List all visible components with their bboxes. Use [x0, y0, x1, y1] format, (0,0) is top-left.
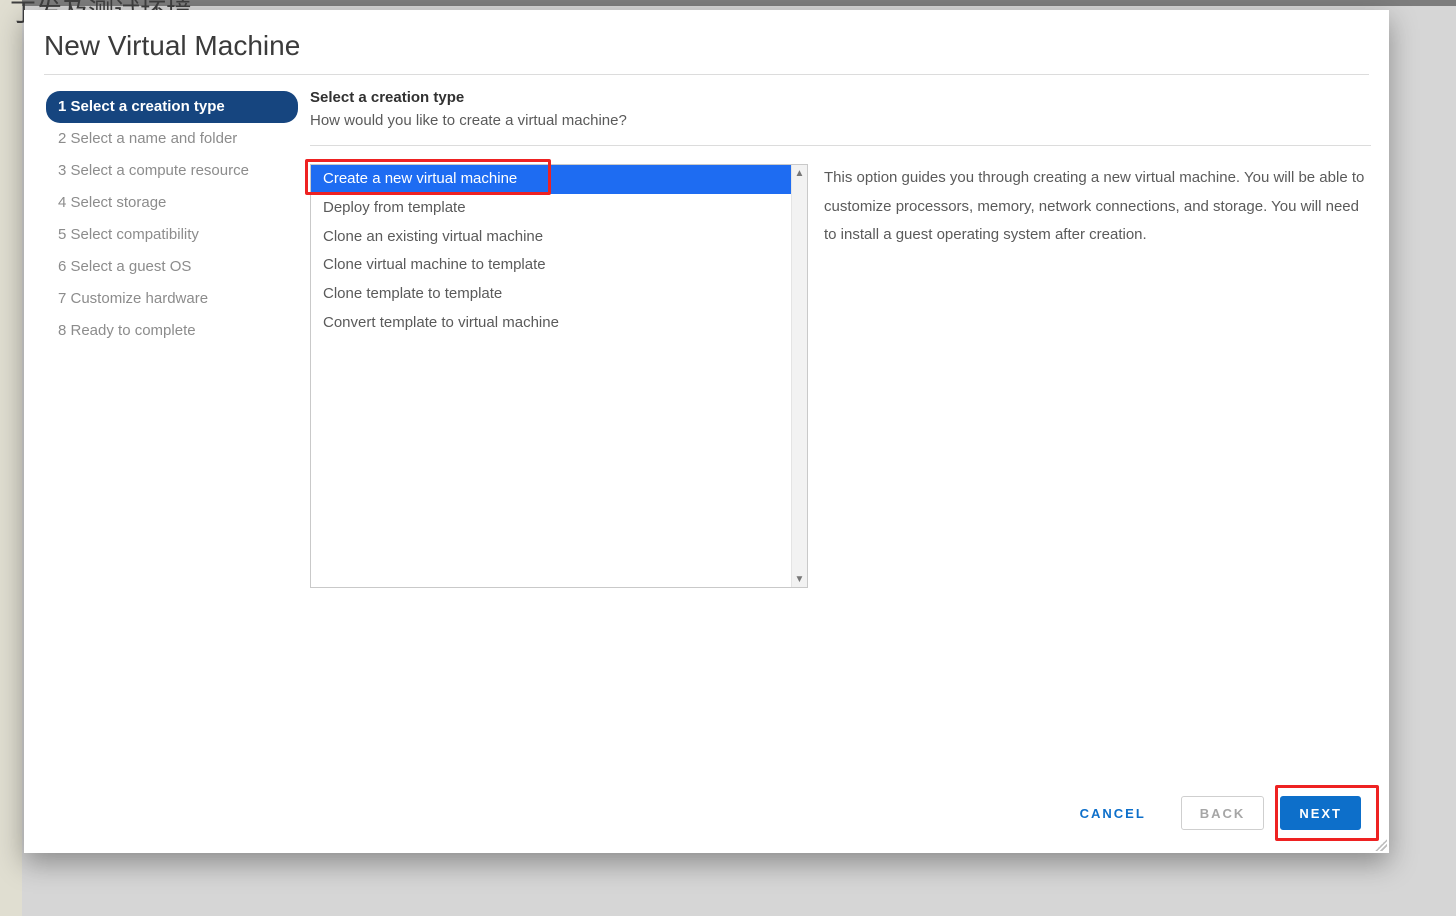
wizard-step-8: 8 Ready to complete: [46, 315, 298, 347]
creation-type-options: Create a new virtual machineDeploy from …: [311, 165, 807, 587]
option-description-panel: This option guides you through creating …: [824, 164, 1371, 588]
wizard-step-5: 5 Select compatibility: [46, 219, 298, 251]
creation-option-1[interactable]: Create a new virtual machine: [311, 165, 807, 194]
wizard-step-1[interactable]: 1 Select a creation type: [46, 91, 298, 123]
back-button: BACK: [1181, 796, 1265, 830]
wizard-steps: 1 Select a creation type2 Select a name …: [42, 89, 302, 773]
wizard-step-4: 4 Select storage: [46, 187, 298, 219]
wizard-step-3: 3 Select a compute resource: [46, 155, 298, 187]
resize-grip-icon[interactable]: [1375, 839, 1387, 851]
creation-option-4[interactable]: Clone virtual machine to template: [311, 251, 807, 280]
content-title: Select a creation type: [310, 89, 1371, 106]
creation-option-6[interactable]: Convert template to virtual machine: [311, 309, 807, 338]
modal-title: New Virtual Machine: [24, 10, 1389, 74]
wizard-step-2: 2 Select a name and folder: [46, 123, 298, 155]
wizard-step-6: 6 Select a guest OS: [46, 251, 298, 283]
wizard-content: Select a creation type How would you lik…: [310, 89, 1371, 773]
scroll-down-icon[interactable]: ▼: [792, 571, 807, 587]
divider: [310, 145, 1371, 146]
modal-body: 1 Select a creation type2 Select a name …: [24, 75, 1389, 773]
content-columns: Create a new virtual machineDeploy from …: [310, 164, 1371, 588]
creation-type-listbox[interactable]: Create a new virtual machineDeploy from …: [310, 164, 808, 588]
creation-option-3[interactable]: Clone an existing virtual machine: [311, 223, 807, 252]
wizard-footer: CANCEL BACK NEXT: [24, 773, 1389, 853]
scroll-up-icon[interactable]: ▲: [792, 165, 807, 181]
wizard-step-7: 7 Customize hardware: [46, 283, 298, 315]
next-button[interactable]: NEXT: [1280, 796, 1361, 830]
background-side-strip: [0, 0, 22, 916]
creation-option-5[interactable]: Clone template to template: [311, 280, 807, 309]
option-description-text: This option guides you through creating …: [824, 164, 1371, 250]
content-subtitle: How would you like to create a virtual m…: [310, 112, 1371, 129]
scrollbar[interactable]: ▲ ▼: [791, 165, 807, 587]
creation-option-2[interactable]: Deploy from template: [311, 194, 807, 223]
new-vm-wizard-modal: New Virtual Machine 1 Select a creation …: [24, 10, 1389, 853]
cancel-button[interactable]: CANCEL: [1061, 796, 1165, 830]
